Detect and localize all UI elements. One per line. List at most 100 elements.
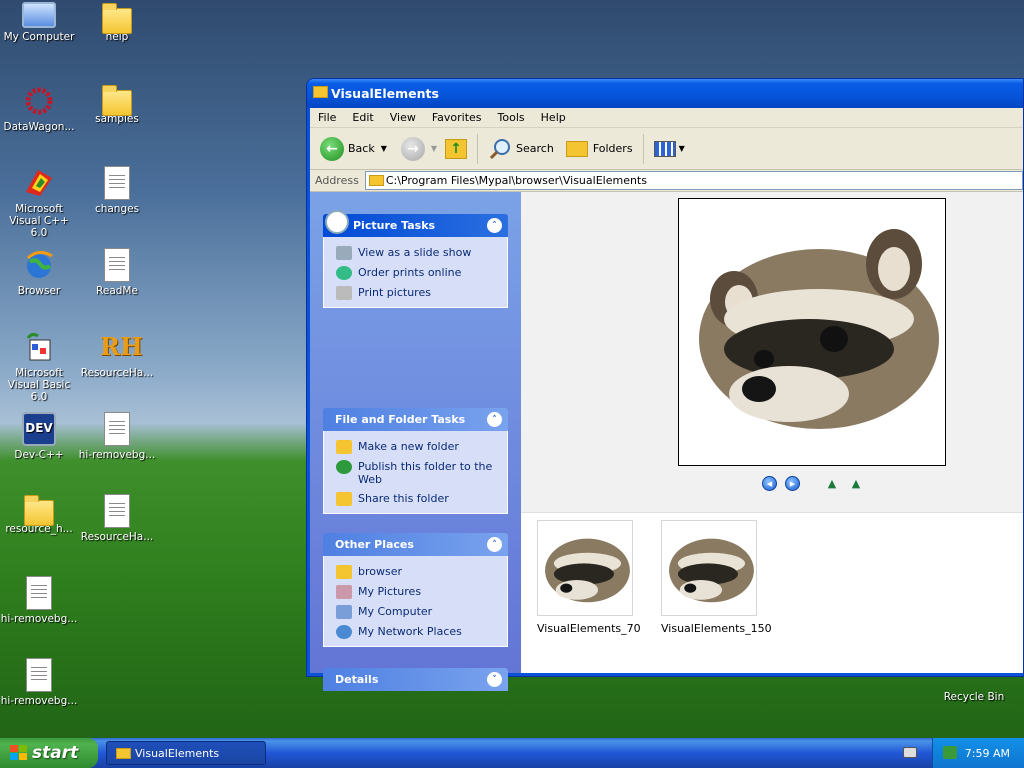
menu-help[interactable]: Help: [533, 111, 574, 124]
file-folder-tasks-header[interactable]: File and Folder Tasks ˄: [323, 408, 508, 431]
task-share-folder[interactable]: Share this folder: [324, 489, 507, 509]
other-places-header[interactable]: Other Places ˄: [323, 533, 508, 556]
clock[interactable]: 7:59 AM: [965, 747, 1010, 760]
views-dropdown-icon: ▼: [678, 144, 685, 153]
task-new-folder[interactable]: Make a new folder: [324, 437, 507, 457]
menu-tools[interactable]: Tools: [490, 111, 533, 124]
resource-hacker-icon: RH: [100, 332, 143, 361]
toolbar-separator: [477, 133, 479, 164]
folders-icon: [565, 140, 588, 157]
place-network[interactable]: My Network Places: [324, 622, 507, 642]
forward-dropdown-icon[interactable]: ▼: [431, 144, 437, 153]
address-field[interactable]: C:\Program Files\Mypal\browser\VisualEle…: [364, 171, 1023, 190]
task-slideshow[interactable]: View as a slide show: [324, 243, 507, 263]
desktop-icon-hi-removebg-3[interactable]: hi-removebg...: [0, 658, 78, 707]
menu-view[interactable]: View: [382, 111, 424, 124]
file-thumbnail[interactable]: VisualElements_70: [537, 520, 641, 635]
desktop-icon-resourcehacker[interactable]: RH ResourceHa...: [78, 330, 156, 379]
my-computer-icon: [22, 2, 56, 28]
desktop-icon-hi-removebg-2[interactable]: hi-removebg...: [0, 576, 78, 625]
taskbar: start VisualElements 7:59 AM: [0, 738, 1024, 768]
menu-favorites[interactable]: Favorites: [424, 111, 490, 124]
task-order-prints[interactable]: Order prints online: [324, 263, 507, 283]
address-value: C:\Program Files\Mypal\browser\VisualEle…: [385, 174, 647, 187]
place-my-computer[interactable]: My Computer: [324, 602, 507, 622]
place-label: My Computer: [358, 605, 433, 618]
task-publish-web[interactable]: Publish this folder to the Web: [324, 457, 507, 489]
search-button[interactable]: Search: [484, 133, 558, 165]
share-folder-icon: [336, 492, 352, 506]
expand-icon[interactable]: ˅: [487, 672, 502, 687]
desktop-icon-visual-basic[interactable]: Microsoft Visual Basic 6.0: [0, 330, 78, 403]
globe-icon: [336, 266, 352, 280]
image-preview: [678, 198, 946, 466]
other-places-panel: Other Places ˄ browser My Pictures My Co…: [323, 533, 508, 647]
desktop-icon-devcpp[interactable]: DEV Dev-C++: [0, 412, 78, 461]
menu-file[interactable]: File: [310, 111, 344, 124]
windows-logo-icon: [10, 745, 27, 760]
network-tray-icon[interactable]: [943, 746, 957, 759]
file-folder-tasks-title: File and Folder Tasks: [335, 413, 466, 426]
system-tray: 7:59 AM: [932, 738, 1024, 768]
picture-tasks-title: Picture Tasks: [353, 219, 436, 232]
desktop-icon-readme[interactable]: ReadMe: [78, 248, 156, 297]
content-area: ◀ ▶ ▲ ▲ VisualElements_70 VisualElements…: [521, 192, 1023, 673]
rotate-counterclockwise-icon[interactable]: ▲: [848, 477, 864, 490]
desktop-icon-resourcehacker-2[interactable]: ResourceHa...: [78, 494, 156, 543]
collapse-icon[interactable]: ˄: [487, 537, 502, 552]
views-button[interactable]: ▼: [650, 133, 689, 165]
place-label: My Pictures: [358, 585, 422, 598]
filmstrip-preview-area: ◀ ▶ ▲ ▲: [521, 192, 1023, 513]
my-pictures-icon: [336, 585, 352, 599]
task-label: Share this folder: [358, 492, 449, 505]
desktop-icon-help[interactable]: help: [78, 2, 156, 43]
thumbnail-image: [537, 520, 633, 616]
desktop-icon-visual-cpp[interactable]: Microsoft Visual C++ 6.0: [0, 166, 78, 239]
previous-image-icon[interactable]: ◀: [762, 476, 777, 491]
collapse-icon[interactable]: ˄: [487, 218, 502, 233]
desktop-icon-resource-h[interactable]: resource_h...: [0, 494, 78, 535]
toolbar: ← Back ▼ → ▼ ↑ Search Folders ▼: [310, 128, 1023, 170]
file-thumbnail[interactable]: VisualElements_150: [661, 520, 772, 635]
desktop-icon-browser[interactable]: Browser: [0, 248, 78, 297]
camera-icon: [325, 210, 349, 234]
next-image-icon[interactable]: ▶: [785, 476, 800, 491]
menu-edit[interactable]: Edit: [344, 111, 381, 124]
picture-tasks-body: View as a slide show Order prints online…: [323, 237, 508, 308]
desktop-icon-datawagon[interactable]: DataWagon...: [0, 84, 78, 133]
rotate-clockwise-icon[interactable]: ▲: [824, 477, 840, 490]
folders-button[interactable]: Folders: [562, 133, 637, 165]
slideshow-icon: [336, 246, 352, 260]
taskbar-window-button[interactable]: VisualElements: [106, 741, 266, 765]
place-my-pictures[interactable]: My Pictures: [324, 582, 507, 602]
title-bar[interactable]: VisualElements: [307, 79, 1023, 108]
place-label: browser: [358, 565, 403, 578]
up-folder-button[interactable]: ↑: [441, 133, 471, 165]
keyboard-icon[interactable]: [903, 747, 917, 758]
place-browser[interactable]: browser: [324, 562, 507, 582]
folder-icon: [102, 85, 132, 116]
folders-label: Folders: [592, 142, 633, 155]
details-panel: Details ˅: [323, 668, 508, 691]
text-document-icon: [104, 166, 130, 200]
desktop-icon-samples[interactable]: samples: [78, 84, 156, 125]
desktop-icon-hi-removebg-1[interactable]: hi-removebg...: [78, 412, 156, 461]
start-button[interactable]: start: [0, 738, 98, 768]
forward-button[interactable]: → ▼: [397, 133, 441, 165]
file-name: VisualElements_150: [661, 622, 772, 635]
window-title: VisualElements: [331, 86, 439, 101]
picture-tasks-header[interactable]: Picture Tasks ˄: [323, 210, 508, 237]
network-places-icon: [336, 625, 352, 639]
address-bar: Address C:\Program Files\Mypal\browser\V…: [310, 170, 1023, 192]
details-header[interactable]: Details ˅: [323, 668, 508, 691]
back-label: Back: [348, 142, 375, 155]
task-label: Order prints online: [358, 266, 462, 279]
task-print-pictures[interactable]: Print pictures: [324, 283, 507, 303]
desktop-icon-my-computer[interactable]: My Computer: [0, 2, 78, 43]
back-dropdown-icon[interactable]: ▼: [381, 144, 387, 153]
collapse-icon[interactable]: ˄: [487, 412, 502, 427]
desktop-icon-changes[interactable]: changes: [78, 166, 156, 215]
folder-icon: [313, 86, 328, 98]
up-folder-icon: ↑: [445, 138, 468, 159]
back-button[interactable]: ← Back ▼: [316, 133, 391, 165]
